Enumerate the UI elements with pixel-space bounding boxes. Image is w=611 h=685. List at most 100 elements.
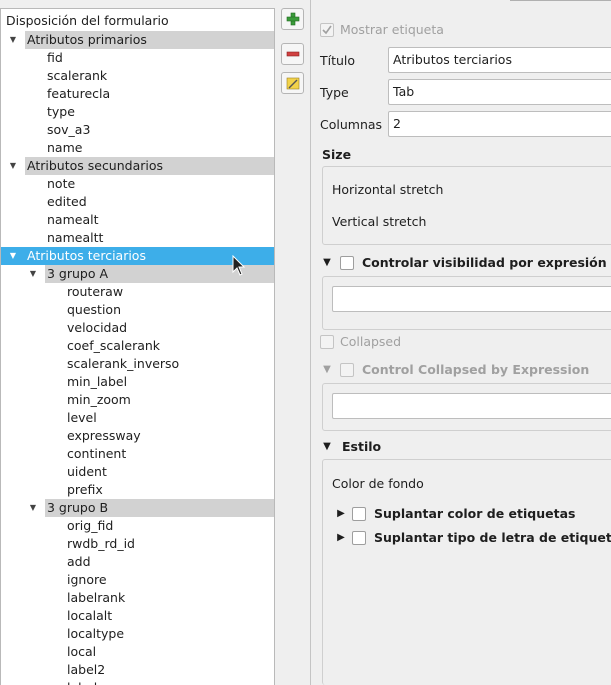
tree-field-item[interactable]: min_zoom: [1, 391, 274, 409]
tree-field-item[interactable]: name: [1, 139, 274, 157]
edit-item-button[interactable]: [281, 72, 304, 94]
background-color-label: Color de fondo: [332, 476, 424, 491]
expand-arrow-icon[interactable]: ▼: [27, 499, 39, 517]
remove-item-button[interactable]: [281, 43, 304, 65]
minus-icon: [286, 51, 299, 57]
visibility-expression-checkbox[interactable]: [340, 256, 354, 270]
tree-item-label: question: [67, 302, 122, 317]
horizontal-stretch-label: Horizontal stretch: [332, 182, 444, 197]
type-select[interactable]: Tab: [388, 79, 611, 105]
tree-field-item[interactable]: sov_a3: [1, 121, 274, 139]
add-container-button[interactable]: [281, 8, 304, 30]
tree-field-item[interactable]: velocidad: [1, 319, 274, 337]
collapse-triangle-icon[interactable]: ▼: [322, 257, 332, 268]
tree-field-item[interactable]: min_label: [1, 373, 274, 391]
tree-item-label: add: [67, 554, 91, 569]
tree-item-label: uident: [67, 464, 107, 479]
tree-field-item[interactable]: namealt: [1, 211, 274, 229]
collapse-triangle-icon[interactable]: ▼: [322, 364, 332, 375]
tree-item-label: Atributos secundarios: [25, 157, 274, 175]
tree-item-label: orig_fid: [67, 518, 114, 533]
tree-container-item[interactable]: ▼ Atributos primarios: [1, 31, 274, 49]
title-input[interactable]: Atributos terciarios: [388, 47, 611, 73]
show-label-text: Mostrar etiqueta: [340, 22, 444, 37]
tree-field-item[interactable]: question: [1, 301, 274, 319]
show-label-checkbox[interactable]: [320, 23, 334, 37]
style-groupbox: [322, 459, 611, 685]
tree-item-label: localalt: [67, 608, 113, 623]
form-layout-tree[interactable]: Disposición del formulario ▼ Atributos pr…: [0, 8, 275, 685]
expand-arrow-icon[interactable]: ▼: [7, 31, 19, 49]
tab-strip-edge: [510, 0, 611, 3]
tree-container-item[interactable]: ▼ Atributos secundarios: [1, 157, 274, 175]
tree-container-item[interactable]: ▼ 3 grupo B: [1, 499, 274, 517]
mouse-cursor-icon: [232, 255, 246, 276]
tree-field-item[interactable]: prefix: [1, 481, 274, 499]
tree-field-item[interactable]: namealtt: [1, 229, 274, 247]
title-label: Título: [320, 53, 356, 68]
pencil-icon: [286, 77, 299, 90]
tree-field-item[interactable]: type: [1, 103, 274, 121]
tree-field-item[interactable]: note: [1, 175, 274, 193]
size-heading: Size: [322, 147, 352, 162]
collapsed-expression-label: Control Collapsed by Expression: [362, 362, 590, 377]
tree-field-item[interactable]: rwdb_rd_id: [1, 535, 274, 553]
tree-item-label: local: [67, 644, 97, 659]
tree-item-label: min_label: [67, 374, 128, 389]
tree-field-item[interactable]: orig_fid: [1, 517, 274, 535]
collapsed-label: Collapsed: [340, 334, 402, 349]
tree-field-item[interactable]: label2: [1, 661, 274, 679]
tree-field-item[interactable]: local: [1, 643, 274, 661]
tree-field-item[interactable]: add: [1, 553, 274, 571]
tree-field-item[interactable]: scalerank_inverso: [1, 355, 274, 373]
columns-label: Columnas: [320, 117, 383, 132]
size-groupbox: [322, 166, 611, 245]
tree-item-label: coef_scalerank: [67, 338, 161, 353]
expand-arrow-icon[interactable]: ▼: [27, 265, 39, 283]
collapsed-checkbox[interactable]: [320, 335, 334, 349]
visibility-expression-input[interactable]: [332, 286, 611, 312]
tree-item-label: fid: [47, 50, 63, 65]
collapse-triangle-icon[interactable]: ▼: [322, 441, 332, 452]
tree-item-label: rwdb_rd_id: [67, 536, 135, 551]
tree-field-item[interactable]: continent: [1, 445, 274, 463]
check-icon: [322, 25, 332, 35]
tree-field-item[interactable]: expressway: [1, 427, 274, 445]
tree-field-item[interactable]: label: [1, 679, 274, 685]
tree-item-label: scalerank: [47, 68, 108, 83]
tree-field-item[interactable]: localtype: [1, 625, 274, 643]
tree-field-item[interactable]: fid: [1, 49, 274, 67]
collapsed-expression-checkbox[interactable]: [340, 363, 354, 377]
tree-item-label: label: [65, 679, 274, 685]
override-label-color-checkbox[interactable]: [352, 507, 366, 521]
tree-item-label: routeraw: [67, 284, 124, 299]
override-label-font-checkbox[interactable]: [352, 531, 366, 545]
expand-arrow-icon[interactable]: ▼: [7, 157, 19, 175]
properties-panel: Mostrar etiqueta Título Atributos tercia…: [310, 0, 611, 685]
tree-item-label: type: [47, 104, 75, 119]
tree-field-item[interactable]: uident: [1, 463, 274, 481]
expand-triangle-icon[interactable]: ▶: [336, 532, 346, 543]
tree-field-item[interactable]: edited: [1, 193, 274, 211]
expand-arrow-icon[interactable]: ▼: [7, 247, 19, 265]
tree-field-item[interactable]: level: [1, 409, 274, 427]
collapsed-expression-input[interactable]: [332, 393, 611, 419]
tree-field-item[interactable]: coef_scalerank: [1, 337, 274, 355]
tree-field-item[interactable]: localalt: [1, 607, 274, 625]
columns-spinbox[interactable]: 2: [388, 111, 611, 137]
tree-item-label: label2: [67, 662, 106, 677]
tree-item-label: prefix: [67, 482, 103, 497]
tree-item-label: namealtt: [47, 230, 104, 245]
tree-field-item[interactable]: scalerank: [1, 67, 274, 85]
tree-field-item[interactable]: featurecla: [1, 85, 274, 103]
tree-item-label: localtype: [67, 626, 125, 641]
tree-item-label: labelrank: [67, 590, 126, 605]
tree-item-label: Atributos primarios: [25, 31, 274, 49]
tree-field-item[interactable]: ignore: [1, 571, 274, 589]
tree-field-item[interactable]: labelrank: [1, 589, 274, 607]
tree-field-item[interactable]: routeraw: [1, 283, 274, 301]
type-label: Type: [320, 85, 349, 100]
tree-item-label: min_zoom: [67, 392, 131, 407]
tree-item-label: namealt: [47, 212, 99, 227]
expand-triangle-icon[interactable]: ▶: [336, 508, 346, 519]
